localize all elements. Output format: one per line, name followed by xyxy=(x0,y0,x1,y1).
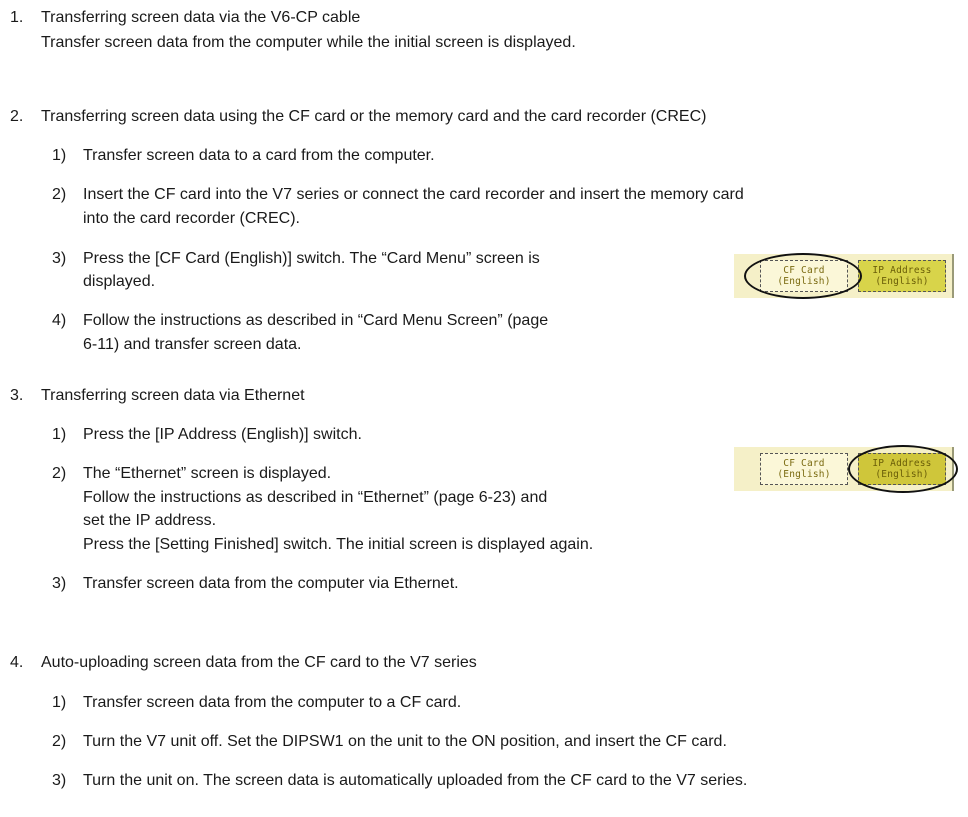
section-2-step-3-number: 3) xyxy=(52,250,67,267)
section-2-step-3-text-line-2: displayed. xyxy=(83,273,156,290)
section-2-step-3-text-line-1: Press the [CF Card (English)] switch. Th… xyxy=(83,250,540,267)
section-3-step-3-number: 3) xyxy=(52,575,67,592)
section-2-step-1-text: Transfer screen data to a card from the … xyxy=(83,147,435,164)
section-2-step-2-text-line-1: Insert the CF card into the V7 series or… xyxy=(83,186,744,203)
section-3-step-3-text: Transfer screen data from the computer v… xyxy=(83,575,459,592)
section-4-step-1-number: 1) xyxy=(52,694,67,711)
section-3-step-2-text-line-2: Follow the instructions as described in … xyxy=(83,489,548,506)
section-3-step-2-text-line-3: set the IP address. xyxy=(83,512,217,529)
section-4-number: 4. xyxy=(10,654,24,671)
section-3-step-1-text: Press the [IP Address (English)] switch. xyxy=(83,426,362,443)
section-4-step-2-number: 2) xyxy=(52,733,67,750)
section-4-step-2-text: Turn the V7 unit off. Set the DIPSW1 on … xyxy=(83,733,727,750)
section-1-heading: Transferring screen data via the V6-CP c… xyxy=(41,9,361,26)
highlight-circle xyxy=(848,445,958,493)
section-4-heading: Auto-uploading screen data from the CF c… xyxy=(41,654,477,671)
section-3-step-2-text-line-1: The “Ethernet” screen is displayed. xyxy=(83,465,332,482)
section-4-step-3-text: Turn the unit on. The screen data is aut… xyxy=(83,772,748,789)
section-3-step-1-number: 1) xyxy=(52,426,67,443)
section-3-step-2-number: 2) xyxy=(52,465,67,482)
section-2-step-4-text-line-2: 6-11) and transfer screen data. xyxy=(83,336,302,353)
highlight-circle xyxy=(744,253,862,299)
section-2-step-4-text-line-1: Follow the instructions as described in … xyxy=(83,312,549,329)
section-2-number: 2. xyxy=(10,108,24,125)
section-2-step-2-number: 2) xyxy=(52,186,67,203)
section-2-step-4-number: 4) xyxy=(52,312,67,329)
section-1-number: 1. xyxy=(10,9,24,26)
cf-card-switch[interactable]: CF Card (English) xyxy=(760,453,848,485)
section-3-step-2-text-line-4: Press the [Setting Finished] switch. The… xyxy=(83,536,594,553)
section-4-step-3-number: 3) xyxy=(52,772,67,789)
section-1-text: Transfer screen data from the computer w… xyxy=(41,34,576,51)
section-3-heading: Transferring screen data via Ethernet xyxy=(41,387,305,404)
section-3-number: 3. xyxy=(10,387,24,404)
section-2-step-1-number: 1) xyxy=(52,147,67,164)
section-4-step-1-text: Transfer screen data from the computer t… xyxy=(83,694,462,711)
section-2-heading: Transferring screen data using the CF ca… xyxy=(41,108,707,125)
section-2-step-2-text-line-2: into the card recorder (CREC). xyxy=(83,210,300,227)
ip-address-switch[interactable]: IP Address (English) xyxy=(858,260,946,292)
